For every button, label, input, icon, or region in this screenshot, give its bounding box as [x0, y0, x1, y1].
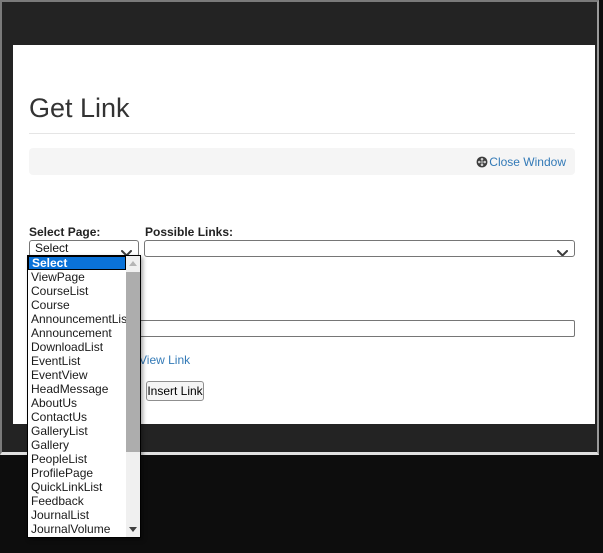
dropdown-option[interactable]: Select — [28, 256, 126, 270]
scroll-down-button[interactable] — [126, 522, 140, 537]
page-title: Get Link — [29, 94, 130, 122]
possible-links-label: Possible Links: — [145, 225, 233, 239]
dropdown-options-container: SelectViewPageCourseListCourseAnnounceme… — [28, 256, 126, 537]
view-link-link[interactable]: View Link — [139, 353, 190, 367]
dropdown-option[interactable]: EventView — [28, 368, 126, 382]
dialog-header-bar: Close Window — [29, 148, 575, 175]
dropdown-option[interactable]: Gallery — [28, 438, 126, 452]
dropdown-option[interactable]: Feedback — [28, 494, 126, 508]
scroll-up-button[interactable] — [126, 256, 140, 271]
select-page-label: Select Page: — [29, 225, 100, 239]
chevron-down-icon — [557, 246, 568, 257]
dropdown-option[interactable]: GalleryList — [28, 424, 126, 438]
triangle-down-icon — [129, 527, 137, 532]
dropdown-option[interactable]: AnnouncementList — [28, 312, 126, 326]
dropdown-option[interactable]: AboutUs — [28, 396, 126, 410]
possible-links-dropdown[interactable] — [144, 240, 575, 257]
dropdown-option[interactable]: JournalVolume — [28, 522, 126, 536]
dropdown-option[interactable]: DownloadList — [28, 340, 126, 354]
dropdown-option[interactable]: Announcement — [28, 326, 126, 340]
dropdown-option[interactable]: ContactUs — [28, 410, 126, 424]
scrollbar-thumb[interactable] — [126, 272, 140, 452]
select-page-value: Select — [35, 241, 68, 255]
title-divider — [29, 133, 575, 134]
triangle-up-icon — [129, 261, 137, 266]
dropdown-scrollbar[interactable] — [126, 256, 140, 537]
insert-link-button[interactable]: Insert Link — [146, 381, 204, 401]
dropdown-option[interactable]: Course — [28, 298, 126, 312]
dropdown-option[interactable]: PeopleList — [28, 452, 126, 466]
close-window-icon[interactable] — [476, 156, 488, 168]
dropdown-option[interactable]: ViewPage — [28, 270, 126, 284]
dropdown-option[interactable]: ProfilePage — [28, 466, 126, 480]
select-page-open-list: SelectViewPageCourseListCourseAnnounceme… — [27, 255, 141, 538]
dropdown-option[interactable]: CourseList — [28, 284, 126, 298]
close-window-label[interactable]: Close Window — [489, 155, 566, 169]
dropdown-option[interactable]: QuickLinkList — [28, 480, 126, 494]
close-window-link[interactable]: Close Window — [476, 155, 566, 169]
dropdown-option[interactable]: EventList — [28, 354, 126, 368]
dropdown-option[interactable]: JournalList — [28, 508, 126, 522]
dropdown-option[interactable]: HeadMessage — [28, 382, 126, 396]
